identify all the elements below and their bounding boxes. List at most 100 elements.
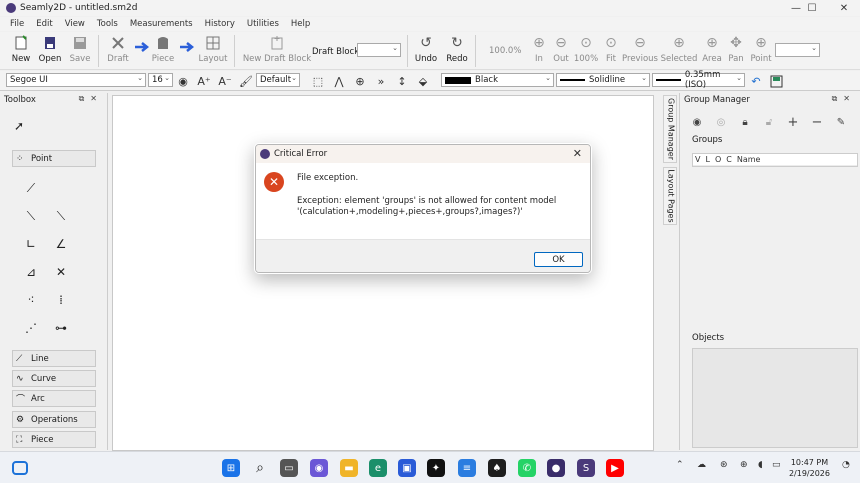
menu-view[interactable]: View <box>59 19 91 29</box>
add-icon[interactable]: + <box>786 115 800 130</box>
axis-point-icon[interactable]: ⊶ <box>50 317 72 339</box>
language-icon[interactable]: ⊕ <box>740 460 748 470</box>
zoom-point-button[interactable]: ⊕ Point <box>747 34 775 64</box>
zoom-pan-button[interactable]: ✥ Pan <box>722 34 750 64</box>
font-size-select[interactable]: 16 ⌄ <box>148 73 173 87</box>
zoom-out-button[interactable]: ⊖ Out <box>547 34 575 64</box>
zoom-100-button[interactable]: ⊙ 100% <box>572 34 600 64</box>
undo-button[interactable]: ↺ Undo <box>412 34 440 64</box>
close-window-button[interactable]: ✕ <box>828 0 860 16</box>
zoom-selected-button[interactable]: ⊕ Selected <box>661 34 698 64</box>
menu-edit[interactable]: Edit <box>30 19 58 29</box>
intersect-lines-icon[interactable]: ✕ <box>50 261 72 283</box>
triangle-point-icon[interactable]: ⁞ <box>50 289 72 311</box>
save-defaults-icon[interactable] <box>768 73 784 89</box>
label-preset-select[interactable]: Default ⌄ <box>256 73 300 87</box>
save-button[interactable]: Save <box>66 34 94 64</box>
layout-mode-button[interactable]: Layout <box>199 34 227 64</box>
cloud-icon[interactable]: ☁ <box>697 460 706 470</box>
panel-controls[interactable]: ⧉✕ <box>832 94 856 104</box>
zoom-previous-button[interactable]: ⊖ Previous <box>622 34 658 64</box>
objects-list[interactable] <box>692 348 858 448</box>
zoom-fit-button[interactable]: ⊙ Fit <box>597 34 625 64</box>
task-view-icon[interactable]: ▭ <box>280 459 298 477</box>
paint-icon[interactable]: 🖌 <box>238 73 254 89</box>
font-select[interactable]: Segoe UI ⌄ <box>6 73 146 87</box>
tab-layout-pages[interactable]: Layout Pages <box>663 167 677 225</box>
eye-icon[interactable]: ◉ <box>690 115 704 129</box>
crosshair-icon[interactable]: ⊕ <box>352 73 368 89</box>
unlock-icon[interactable]: 🔓︎ <box>762 115 776 129</box>
volume-icon[interactable]: ◖ <box>758 460 763 470</box>
menu-help[interactable]: Help <box>285 19 316 29</box>
font-decrease-icon[interactable]: A⁻ <box>217 73 233 89</box>
edit-icon[interactable]: ✎ <box>834 115 848 129</box>
figma-icon[interactable]: ✦ <box>427 459 445 477</box>
font-increase-icon[interactable]: A⁺ <box>196 73 212 89</box>
ok-button[interactable]: OK <box>534 252 583 267</box>
line-type-select[interactable]: Solidline ⌄ <box>556 73 650 87</box>
file-explorer-icon[interactable]: ▬ <box>340 459 358 477</box>
bisector-icon[interactable]: ∠ <box>50 233 72 255</box>
along-line-icon[interactable]: ⟍ <box>20 205 42 227</box>
maximize-button[interactable]: ☐ <box>796 0 828 16</box>
lock-icon[interactable]: 🔒︎ <box>738 115 752 129</box>
new-draft-block-button[interactable]: New Draft Block <box>243 34 311 64</box>
line-weight-select[interactable]: 0.35mm (ISO) ⌄ <box>652 70 745 90</box>
close-icon[interactable]: ✕ <box>573 147 582 160</box>
battery-icon[interactable]: ▭ <box>772 460 781 470</box>
curve-label-icon[interactable]: ⋀ <box>331 73 347 89</box>
menu-measurements[interactable]: Measurements <box>124 19 199 29</box>
widgets-icon[interactable] <box>12 461 28 475</box>
whatsapp-icon[interactable]: ✆ <box>518 459 536 477</box>
notepad-icon[interactable]: ≡ <box>458 459 476 477</box>
seamly-taskbar-icon[interactable]: S <box>577 459 595 477</box>
start-icon[interactable]: ⊞ <box>222 459 240 477</box>
curve-category-button[interactable]: ∿ Curve <box>12 370 96 387</box>
chevron-up-icon[interactable]: ⌃ <box>676 460 684 470</box>
draft-mode-button[interactable]: Draft <box>104 34 132 64</box>
clock[interactable]: 10:47 PM 2/19/2026 <box>789 457 830 479</box>
line-tool-icon[interactable]: ⟋ <box>20 177 42 199</box>
arc-category-button[interactable]: ⌒ Arc <box>12 390 96 407</box>
panel-controls[interactable]: ⧉✕ <box>79 94 103 104</box>
draft-block-select[interactable]: ⌄ <box>357 43 401 57</box>
point-label-icon[interactable]: ⬚ <box>310 73 326 89</box>
vertical-arrows-icon[interactable]: ↕ <box>394 73 410 89</box>
menu-history[interactable]: History <box>199 19 241 29</box>
store-icon[interactable]: ▣ <box>398 459 416 477</box>
zoom-point-select[interactable]: ⌄ <box>775 43 820 57</box>
search-icon[interactable]: ⌕ <box>251 459 269 477</box>
length-angle-icon[interactable]: ⊿ <box>20 261 42 283</box>
line-category-button[interactable]: ⟋ Line <box>12 350 96 367</box>
network-icon[interactable]: ⊛ <box>720 460 728 470</box>
menu-tools[interactable]: Tools <box>91 19 124 29</box>
groups-table[interactable]: V L O C Name <box>692 153 858 167</box>
menu-file[interactable]: File <box>4 19 30 29</box>
youtube-icon[interactable]: ▶ <box>606 459 624 477</box>
reset-icon[interactable]: ↶ <box>748 73 764 89</box>
tab-group-manager[interactable]: Group Manager <box>663 95 677 163</box>
redo-button[interactable]: ↻ Redo <box>443 34 471 64</box>
chevrons-right-icon[interactable]: » <box>373 73 389 89</box>
operations-category-button[interactable]: ⚙ Operations <box>12 411 96 428</box>
obs-icon[interactable]: ● <box>547 459 565 477</box>
piece-category-button[interactable]: ⛶ Piece <box>12 431 96 448</box>
solitaire-icon[interactable]: ♠ <box>488 459 506 477</box>
height-point-icon[interactable]: ⁖ <box>20 289 42 311</box>
menu-utilities[interactable]: Utilities <box>241 19 285 29</box>
point-category-button[interactable]: ⁘ Point <box>12 150 96 167</box>
piece-mode-button[interactable]: Piece <box>149 34 177 64</box>
line-color-select[interactable]: Black ⌄ <box>441 73 554 87</box>
intersect-xy-icon[interactable]: ⋰ <box>20 317 42 339</box>
edge-icon[interactable]: e <box>369 459 387 477</box>
notifications-icon[interactable]: ◔ <box>842 460 850 470</box>
eye-hidden-icon[interactable]: ◎ <box>714 115 728 129</box>
chat-icon[interactable]: ◉ <box>310 459 328 477</box>
remove-icon[interactable]: − <box>810 115 824 130</box>
open-button[interactable]: Open <box>36 34 64 64</box>
pointer-arrow-icon[interactable]: ➚ <box>8 115 30 137</box>
eye-icon[interactable]: ◉ <box>175 73 191 89</box>
shoulder-point-icon[interactable]: ⟍ <box>50 205 72 227</box>
normal-point-icon[interactable]: ∟ <box>20 233 42 255</box>
